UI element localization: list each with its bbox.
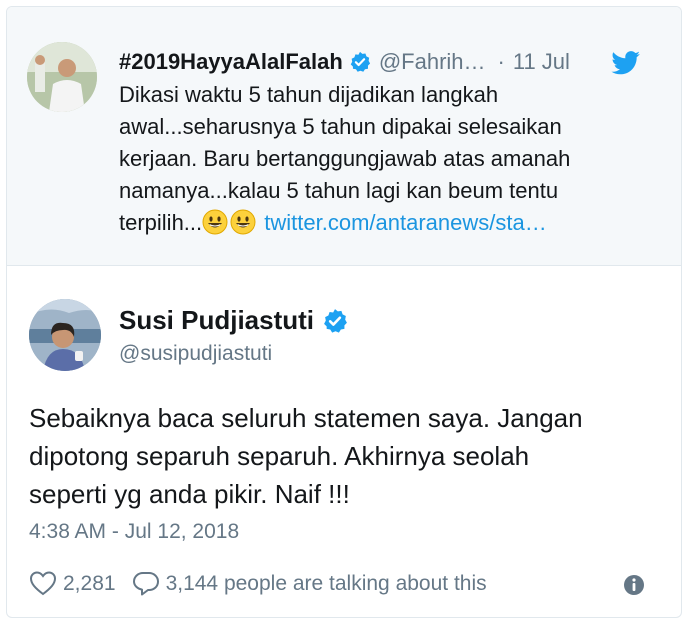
parent-text-line: terpilih... twitter.com/antaranews/sta…	[119, 207, 619, 239]
author-name-text[interactable]: Susi Pudjiastuti	[119, 305, 314, 335]
parent-handle[interactable]: @Fahrih…	[379, 49, 486, 74]
parent-display-name[interactable]: #2019HayyaAlalFalah	[119, 49, 343, 74]
tweet-text: Sebaiknya baca seluruh statemen saya. Ja…	[29, 399, 649, 513]
tweet-text-line: seperti yg anda pikir. Naif !!!	[29, 479, 350, 509]
parent-text-line: Dikasi waktu 5 tahun dijadikan langkah	[119, 82, 499, 107]
reply-conversation-text[interactable]: 3,144 people are talking about this	[166, 572, 487, 595]
twitter-bird-icon[interactable]	[611, 51, 641, 75]
parent-text-line: kerjaan. Baru bertanggungjawab atas aman…	[119, 146, 571, 171]
tweet-timestamp[interactable]: 4:38 AM - Jul 12, 2018	[29, 519, 239, 545]
parent-tweet-header: #2019HayyaAlalFalah @Fahrih… · 11 Jul	[119, 47, 641, 77]
embedded-tweet-card: #2019HayyaAlalFalah @Fahrih… · 11 Jul Dikas…	[6, 6, 682, 618]
tweet-actions: 2,281 3,144 people are talking about this	[29, 567, 645, 601]
verified-badge-icon	[322, 308, 348, 334]
tweet-text-line: Sebaiknya baca seluruh statemen saya. Ja…	[29, 403, 583, 433]
grinning-face-emoji-icon	[230, 209, 256, 235]
parent-date[interactable]: 11 Jul	[513, 49, 570, 74]
parent-tweet-text: Dikasi waktu 5 tahun dijadikan langkah a…	[119, 79, 619, 239]
author-display-name[interactable]: Susi Pudjiastuti	[119, 305, 348, 335]
tweet-text-line: dipotong separuh separuh. Akhirnya seola…	[29, 441, 530, 471]
author-avatar[interactable]	[29, 299, 101, 371]
verified-badge-icon	[349, 51, 371, 73]
grinning-face-emoji-icon	[202, 209, 228, 235]
parent-tweet[interactable]: #2019HayyaAlalFalah @Fahrih… · 11 Jul Dikas…	[7, 7, 681, 266]
like-count[interactable]: 2,281	[63, 572, 116, 595]
parent-tweet-link[interactable]: twitter.com/antaranews/sta…	[264, 210, 546, 235]
author-handle[interactable]: @susipudjiastuti	[119, 341, 272, 367]
speech-bubble-icon[interactable]	[132, 570, 160, 596]
separator-dot: ·	[497, 49, 505, 74]
info-icon[interactable]	[623, 573, 645, 595]
heart-icon[interactable]	[29, 570, 57, 596]
parent-avatar[interactable]	[27, 42, 97, 112]
parent-text-line: awal...seharusnya 5 tahun dipakai selesa…	[119, 114, 562, 139]
parent-text-prefix: terpilih...	[119, 210, 203, 235]
parent-text-line: namanya...kalau 5 tahun lagi kan beum te…	[119, 178, 559, 203]
